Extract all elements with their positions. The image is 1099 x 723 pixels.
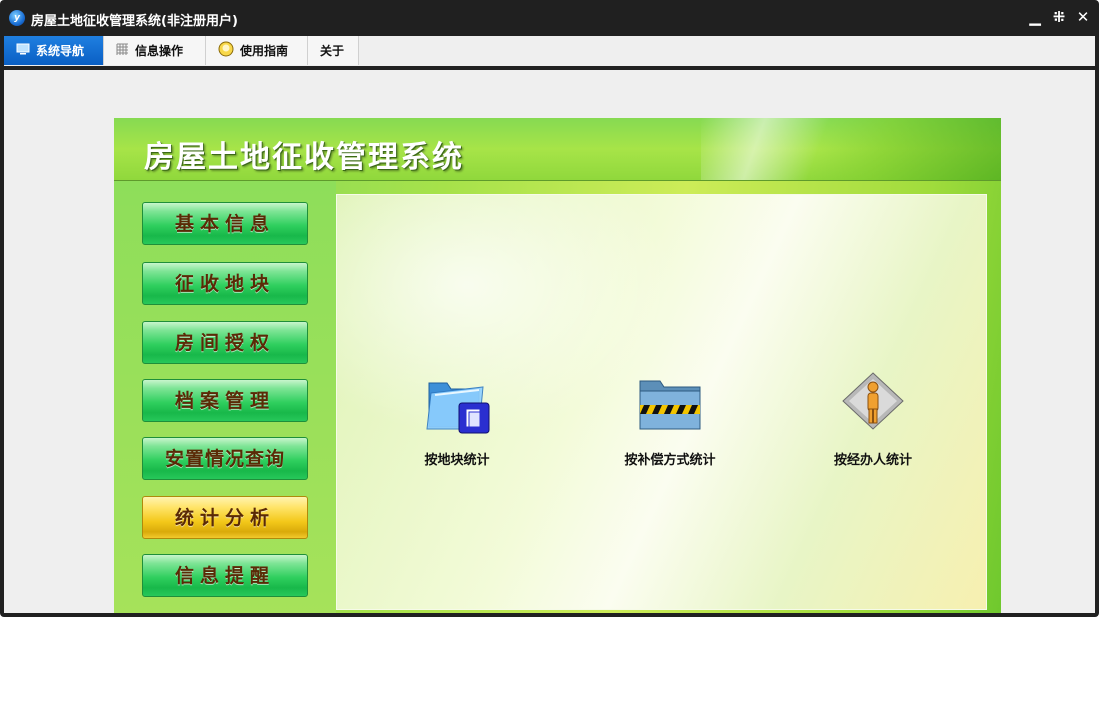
nav-archive-management[interactable]: 档案管理	[142, 379, 308, 422]
header-decoration	[701, 118, 1001, 180]
grid-icon	[116, 43, 129, 59]
menu-bar: 系统导航 信息操作 使用指南 关于	[4, 36, 1095, 66]
menu-item-user-guide[interactable]: 使用指南	[206, 36, 308, 65]
minimize-icon[interactable]: ▁	[1027, 9, 1043, 25]
nav-expropriation-plot[interactable]: 征收地块	[142, 262, 308, 305]
close-icon[interactable]: ✕	[1075, 9, 1091, 25]
nav-info-reminder[interactable]: 信息提醒	[142, 554, 308, 597]
panel-header: 房屋土地征收管理系统	[114, 118, 1001, 181]
menu-item-info-ops[interactable]: 信息操作	[104, 36, 206, 65]
statistics-area: 按地块统计 按补偿方式统计 按经办人统计	[336, 194, 987, 610]
content-area: 房屋土地征收管理系统 基本信息 征收地块 房间授权 档案管理 安置情况查询 统计…	[4, 70, 1095, 613]
window-controls: ▁ ⁜ ✕	[1027, 9, 1091, 25]
folder-document-icon	[421, 367, 493, 439]
nav-basic-info[interactable]: 基本信息	[142, 202, 308, 245]
menu-item-label: 系统导航	[36, 44, 85, 58]
folder-tape-icon	[634, 367, 706, 439]
stat-label: 按地块统计	[424, 453, 490, 468]
menu-item-system-nav[interactable]: 系统导航	[4, 36, 104, 65]
window-title: 房屋土地征收管理系统(非注册用户)	[31, 14, 238, 29]
menu-item-label: 信息操作	[135, 44, 184, 58]
nav-room-authorization[interactable]: 房间授权	[142, 321, 308, 364]
app-logo-icon: y	[9, 10, 25, 26]
stat-by-compensation[interactable]: 按补偿方式统计	[605, 367, 735, 468]
stat-by-handler[interactable]: 按经办人统计	[808, 367, 938, 468]
menu-item-about[interactable]: 关于	[308, 36, 359, 65]
menu-item-label: 关于	[320, 44, 345, 58]
menu-item-label: 使用指南	[240, 44, 289, 58]
monitor-icon	[16, 43, 30, 58]
title-bar[interactable]: y 房屋土地征收管理系统(非注册用户) ▁ ⁜ ✕	[0, 0, 1099, 36]
person-icon	[837, 367, 909, 439]
nav-resettlement-query[interactable]: 安置情况查询	[142, 437, 308, 480]
app-window: y 房屋土地征收管理系统(非注册用户) ▁ ⁜ ✕ 系统导航 信息操作 使用指南…	[0, 0, 1099, 617]
help-icon	[218, 41, 234, 60]
stat-by-plot[interactable]: 按地块统计	[392, 367, 522, 468]
restore-icon[interactable]: ⁜	[1051, 9, 1067, 25]
stat-label: 按经办人统计	[833, 453, 912, 468]
main-panel: 房屋土地征收管理系统 基本信息 征收地块 房间授权 档案管理 安置情况查询 统计…	[114, 118, 1001, 613]
sidebar: 基本信息 征收地块 房间授权 档案管理 安置情况查询 统计分析 信息提醒	[114, 181, 336, 613]
stat-label: 按补偿方式统计	[624, 453, 716, 468]
nav-statistics-analysis[interactable]: 统计分析	[142, 496, 308, 539]
panel-title: 房屋土地征收管理系统	[144, 140, 464, 175]
